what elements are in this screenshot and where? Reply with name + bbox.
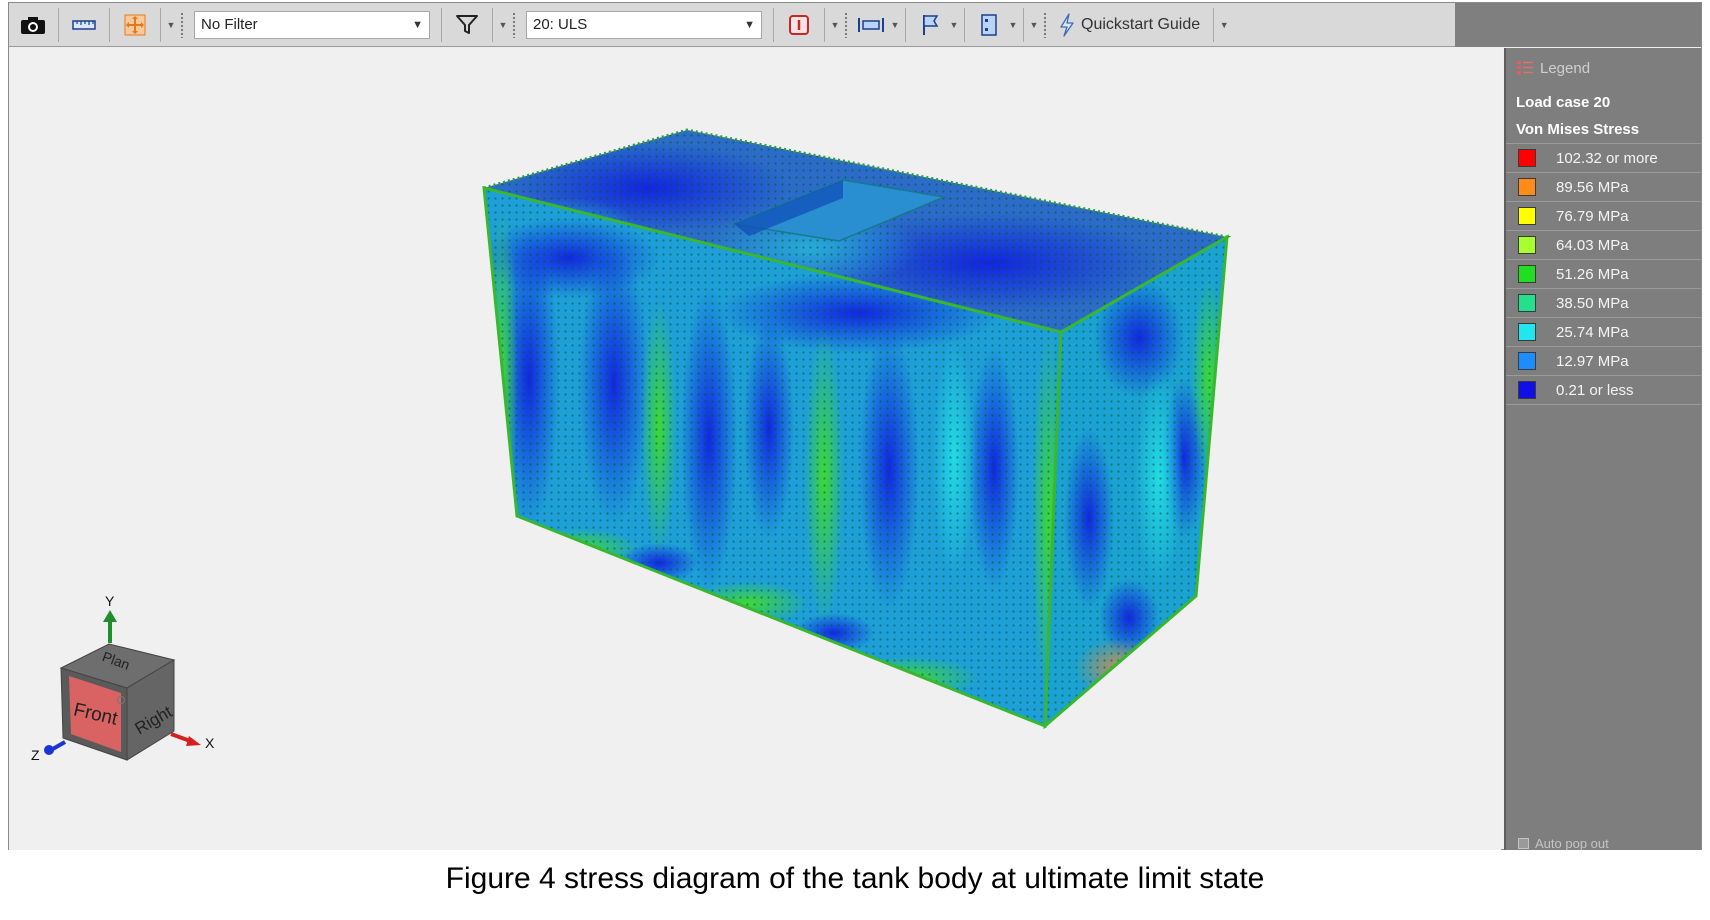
lightning-icon [1060,12,1074,37]
panel-dropdown-arrow[interactable]: ▼ [1008,8,1018,42]
toolbar-separator [160,7,161,42]
legend-color-swatch [1518,352,1536,370]
filter-select-value: No Filter [201,16,258,33]
move-cross-icon [124,14,146,35]
toolbar-grip[interactable] [844,11,848,38]
legend-color-swatch [1518,178,1536,196]
chevron-down-icon: ▼ [412,18,423,31]
toolbar-empty-area [1455,3,1701,47]
quickstart-guide-button[interactable]: Quickstart Guide [1051,8,1208,42]
funnel-icon [456,14,478,34]
legend-row: 51.26 MPa [1506,260,1701,289]
axis-x-label: X [205,735,215,751]
filter-select[interactable]: No Filter ▼ [194,10,430,39]
axis-y-label: Y [105,593,115,609]
more-tools-dropdown-arrow[interactable]: ▼ [1029,8,1039,42]
legend-rows: 102.32 or more 89.56 MPa 76.79 MPa 64.03 MP… [1506,144,1701,405]
toolbar-separator [441,7,442,42]
toolbar-grip[interactable] [512,11,516,38]
legend-header[interactable]: Legend [1506,48,1701,88]
toolbar: ▼ No Filter ▼ ▼ 20: ULS ▼ ▼ ▼ ▼ ▼ ▼ Quic… [9,3,1701,47]
loads-dropdown-arrow[interactable]: ▼ [949,8,959,42]
flag-icon [923,14,939,35]
panel-view-button[interactable] [973,8,1005,42]
legend-value-label: 89.56 MPa [1556,178,1629,196]
legend-value-label: 25.74 MPa [1556,323,1629,341]
ruler-icon [72,19,96,30]
screenshot-camera-button[interactable] [16,8,50,42]
load-case-select[interactable]: 20: ULS ▼ [526,10,762,39]
toolbar-separator [964,7,965,42]
results-display-button[interactable] [782,8,816,42]
legend-row: 25.74 MPa [1506,318,1701,347]
toolbar-separator [824,7,825,42]
quickstart-guide-label: Quickstart Guide [1081,15,1201,33]
view-cube[interactable]: Y X Z Plan Front Right [31,593,215,763]
legend-value-label: 64.03 MPa [1556,236,1629,254]
filter-button[interactable] [450,8,484,42]
load-case-select-value: 20: ULS [533,16,588,33]
legend-value-label: 102.32 or more [1556,149,1658,167]
toolbar-separator [773,7,774,42]
result-marker-icon [789,14,809,35]
legend-panel: Legend Load case 20 Von Mises Stress 102… [1504,48,1701,850]
legend-row: 12.97 MPa [1506,347,1701,376]
legend-color-swatch [1518,236,1536,254]
legend-color-swatch [1518,149,1536,167]
panel-icon [981,13,997,36]
toolbar-separator [1023,7,1024,42]
camera-icon [21,16,45,34]
pan-dropdown-arrow[interactable]: ▼ [166,8,176,42]
toolbar-separator [109,7,110,42]
legend-value-label: 0.21 or less [1556,381,1634,399]
toolbar-grip[interactable] [180,11,184,38]
section-view-button[interactable] [855,8,887,42]
legend-row: 102.32 or more [1506,144,1701,173]
application-window: ▼ No Filter ▼ ▼ 20: ULS ▼ ▼ ▼ ▼ ▼ ▼ Quic… [8,2,1702,850]
legend-value-label: 51.26 MPa [1556,265,1629,283]
toolbar-separator [492,7,493,42]
3d-viewport[interactable]: Y X Z Plan Front Right [9,48,1501,850]
filter-dropdown-arrow[interactable]: ▼ [498,8,508,42]
auto-pop-out-checkbox[interactable] [1518,837,1529,849]
beam-section-icon [858,17,884,32]
legend-row: 38.50 MPa [1506,289,1701,318]
toolbar-separator [1213,7,1215,42]
chevron-down-icon: ▼ [744,18,755,31]
figure-caption: Figure 4 stress diagram of the tank body… [445,862,1265,895]
measure-button[interactable] [67,8,101,42]
quickstart-dropdown-arrow[interactable]: ▼ [1219,8,1229,42]
legend-row: 76.79 MPa [1506,202,1701,231]
legend-color-swatch [1518,265,1536,283]
auto-pop-out-option[interactable]: Auto pop out [1518,836,1609,850]
legend-header-label: Legend [1540,59,1591,77]
legend-value-label: 38.50 MPa [1556,294,1629,312]
legend-result-type: Von Mises Stress [1506,116,1701,144]
toolbar-grip[interactable] [1043,11,1047,38]
loads-view-button[interactable] [914,8,946,42]
model-canvas: Y X Z Plan Front Right [31,128,1232,763]
axis-z-label: Z [31,747,40,763]
legend-list-icon [1517,61,1533,74]
legend-value-label: 76.79 MPa [1556,207,1629,225]
toolbar-separator [58,7,59,42]
legend-value-label: 12.97 MPa [1556,352,1629,370]
section-dropdown-arrow[interactable]: ▼ [890,8,900,42]
legend-color-swatch [1518,207,1536,225]
toolbar-separator [905,7,906,42]
legend-row: 64.03 MPa [1506,231,1701,260]
legend-row: 0.21 or less [1506,376,1701,405]
auto-pop-out-label: Auto pop out [1535,836,1609,850]
pan-button[interactable] [118,8,152,42]
legend-color-swatch [1518,323,1536,341]
results-dropdown-arrow[interactable]: ▼ [830,8,840,42]
legend-load-case: Load case 20 [1516,93,1611,111]
legend-row: 89.56 MPa [1506,173,1701,202]
legend-color-swatch [1518,381,1536,399]
legend-color-swatch [1518,294,1536,312]
